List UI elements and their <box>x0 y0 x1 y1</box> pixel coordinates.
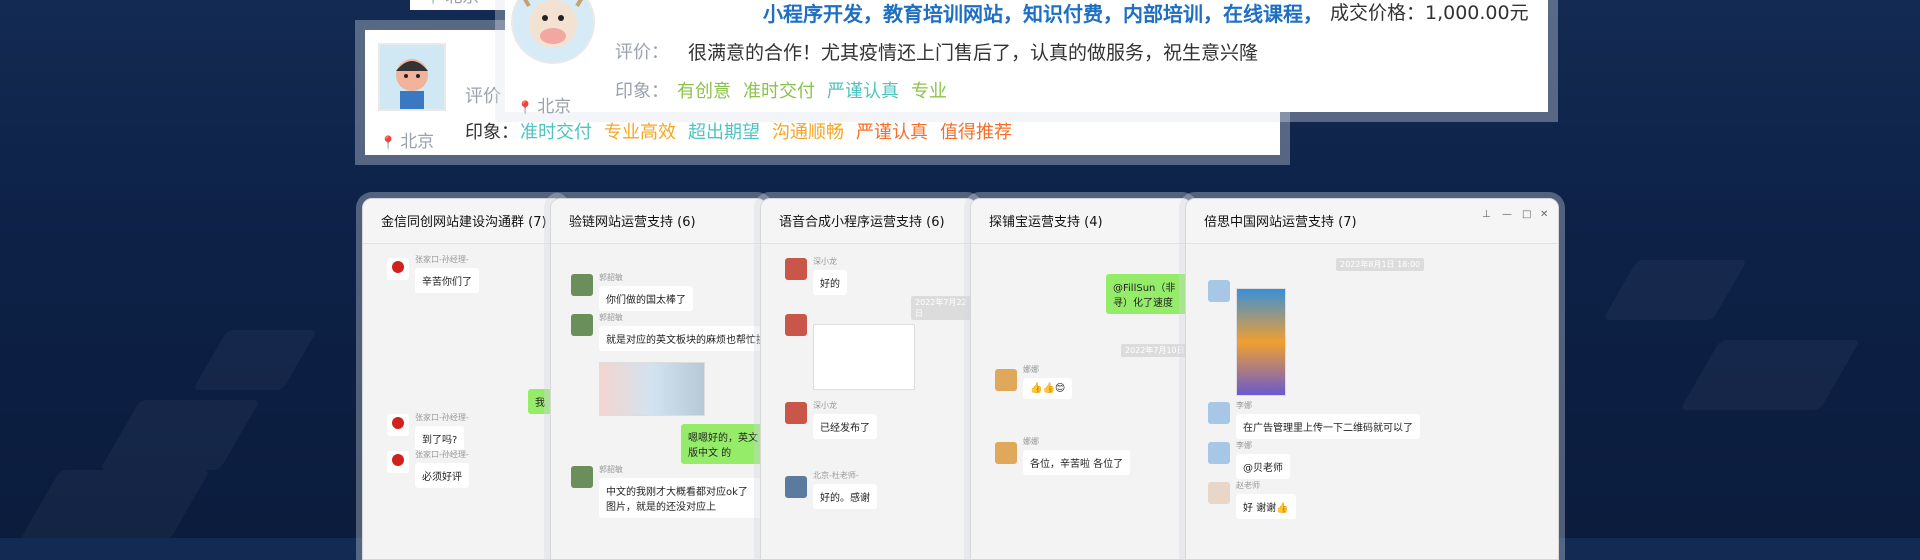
review-card-front: 小程序开发，教育培训网站，知识付费，内部培训，在线课程， 成交价格：1,000.… <box>505 0 1548 117</box>
chat-message: 李娜 在广告管理里上传一下二维码就可以了 <box>1236 400 1420 439</box>
chat-title: 验链网站运营支持 (6) <box>551 199 766 244</box>
impression-tag: 值得推荐 <box>940 122 1012 143</box>
chat-message: 郭韶敏 就是对应的英文板块的麻烦也帮忙换上 <box>599 312 766 351</box>
chat-message: 深小龙 好的 <box>813 256 847 295</box>
impression-tag: 严谨认真 <box>856 122 928 143</box>
user-avatar <box>1208 442 1230 464</box>
location-pin-icon: 📍 <box>517 101 534 116</box>
impression-tags: 有创意 准时交付 严谨认真 专业 <box>677 77 959 103</box>
chat-title: 探铺宝运营支持 (4) <box>971 199 1191 244</box>
price-text: 成交价格：1,000.00元 <box>1330 2 1529 24</box>
chat-message: 赵老师好 谢谢👍 <box>1236 480 1296 519</box>
chat-window-2[interactable]: 验链网站运营支持 (6) 郭韶敏 你们做的国太棒了 郭韶敏 就是对应的英文板块的麻烦… <box>550 198 767 560</box>
top-location: 📍北京 <box>425 0 479 7</box>
chat-title: 金信同创网站建设沟通群 (7) <box>363 199 563 244</box>
cartoon-cow-avatar-icon <box>511 0 595 64</box>
chat-message: 张家口-孙经理- 辛苦你们了 <box>415 254 479 293</box>
chat-message: 北京-杜老师- 好的。感谢 <box>813 470 877 509</box>
chat-body[interactable]: 张家口-孙经理- 辛苦你们了 我 张家口-孙经理- 到了吗? 张家口-孙经理- 必须好… <box>363 244 563 559</box>
user-avatar <box>785 314 807 336</box>
user-avatar <box>1208 482 1230 504</box>
impression-tag: 准时交付 <box>520 122 592 143</box>
impression-tag: 沟通顺畅 <box>772 122 844 143</box>
company-logo-avatar <box>387 414 409 436</box>
chat-message: 郭韶敏 你们做的国太棒了 <box>599 272 693 311</box>
user-avatar <box>785 476 807 498</box>
chat-title: 倍思中国网站运营支持 (7) <box>1186 199 1558 244</box>
impression-tag: 超出期望 <box>688 122 760 143</box>
impression-tag: 有创意 <box>677 81 731 102</box>
chat-body[interactable]: 深小龙 好的 2022年7月22日 深小龙 已经发布了 北京-杜老师- 好的。感谢 <box>761 244 976 559</box>
maximize-icon[interactable]: □ <box>1522 209 1531 220</box>
impression-tag: 专业 <box>911 81 947 102</box>
chat-message-outgoing: 我 <box>528 389 552 414</box>
user-avatar <box>785 258 807 280</box>
chat-body[interactable]: @FillSun（非寻）化了速度 2022年7月10日 娜娜 👍👍😊 娜娜 各位，辛… <box>971 244 1191 559</box>
location: 📍 北京 <box>380 132 435 152</box>
company-logo-avatar <box>387 451 409 473</box>
impression-label: 印象： <box>465 122 519 143</box>
chat-message: 李娜 @贝老师 <box>1236 440 1290 479</box>
company-logo-avatar <box>387 258 409 280</box>
pin-icon[interactable]: ⊥ <box>1482 209 1491 220</box>
chat-body[interactable]: 2022年8月1日 18:00 李娜 在广告管理里上传一下二维码就可以了 李娜 @贝… <box>1186 244 1558 559</box>
chat-message: 张家口-孙经理- 必须好评 <box>415 449 469 488</box>
user-avatar <box>571 314 593 336</box>
chat-message-outgoing: 嗯嗯好的，英文版中文 的 <box>681 424 765 464</box>
chat-window-4[interactable]: 探铺宝运营支持 (4) @FillSun（非寻）化了速度 2022年7月10日 … <box>970 198 1192 560</box>
location-pin-icon: 📍 <box>425 0 441 6</box>
review-label: 评价 <box>465 86 501 107</box>
chat-message: 深小龙 已经发布了 <box>813 400 877 439</box>
chat-body[interactable]: 郭韶敏 你们做的国太棒了 郭韶敏 就是对应的英文板块的麻烦也帮忙换上 嗯嗯好的，英文… <box>551 244 766 559</box>
review-text: 很满意的合作！尤其疫情还上门售后了，认真的做服务，祝生意兴隆 <box>688 42 1259 64</box>
location: 📍 北京 <box>517 97 572 117</box>
minimize-icon[interactable]: — <box>1502 209 1512 220</box>
chat-message: 娜娜 各位，辛苦啦 各位了 <box>1023 436 1131 475</box>
impression-tags: 准时交付 专业高效 超出期望 沟通顺畅 严谨认真 值得推荐 <box>520 118 1024 144</box>
timestamp: 2022年7月10日 <box>1121 344 1189 357</box>
timestamp: 2022年7月22日 <box>911 296 976 320</box>
impression-tag: 专业高效 <box>604 122 676 143</box>
services-text: 小程序开发，教育培训网站，知识付费，内部培训，在线课程， <box>763 2 1323 26</box>
close-icon[interactable]: ✕ <box>1540 209 1548 220</box>
user-avatar <box>785 402 807 424</box>
chat-window-1[interactable]: 金信同创网站建设沟通群 (7) 张家口-孙经理- 辛苦你们了 我 张家口-孙经理-… <box>362 198 564 560</box>
user-avatar <box>571 466 593 488</box>
document-attachment[interactable] <box>813 324 915 390</box>
cartoon-boy-avatar-icon <box>378 43 446 111</box>
chat-message: 张家口-孙经理- 到了吗? <box>415 412 469 451</box>
impression-label: 印象： <box>615 81 669 102</box>
image-attachment[interactable] <box>599 362 705 416</box>
chat-window-3[interactable]: 语音合成小程序运营支持 (6) 深小龙 好的 2022年7月22日 深小龙 已经发布… <box>760 198 977 560</box>
chat-message: 娜娜 👍👍😊 <box>1023 364 1073 399</box>
location-pin-icon: 📍 <box>380 136 397 151</box>
user-avatar <box>1208 402 1230 424</box>
image-attachment[interactable] <box>1236 288 1286 396</box>
timestamp: 2022年8月1日 18:00 <box>1336 258 1425 271</box>
user-avatar <box>1208 280 1230 302</box>
user-avatar <box>995 369 1017 391</box>
user-avatar <box>571 274 593 296</box>
chat-window-5[interactable]: 倍思中国网站运营支持 (7) ⊥ — □ ✕ 2022年8月1日 18:00 李… <box>1185 198 1559 560</box>
user-avatar <box>995 442 1017 464</box>
impression-tag: 严谨认真 <box>827 81 899 102</box>
impression-tag: 准时交付 <box>743 81 815 102</box>
chat-title: 语音合成小程序运营支持 (6) <box>761 199 976 244</box>
review-card-top-sliver: 📍北京 <box>410 0 520 10</box>
review-label: 评价： <box>615 42 669 63</box>
chat-message-outgoing: @FillSun（非寻）化了速度 <box>1106 274 1190 314</box>
chat-message: 郭韶敏 中文的我刚才大概看都对应ok了图片，就是的还没对应上 <box>599 464 763 518</box>
